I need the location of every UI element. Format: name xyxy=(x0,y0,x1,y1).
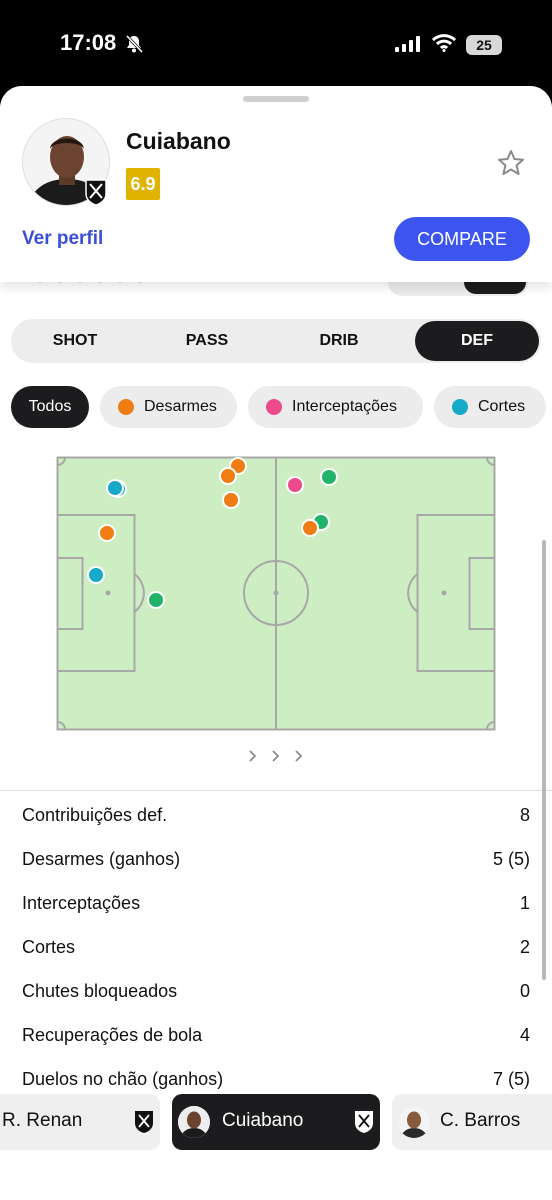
stat-label: Desarmes (ganhos) xyxy=(22,849,181,869)
stat-value: 8 xyxy=(519,805,530,825)
switch-player-r-renan[interactable]: R. Renan xyxy=(0,1094,160,1150)
filter-all[interactable]: Todos xyxy=(11,386,89,428)
stat-row: Contribuições def. 8 xyxy=(22,801,530,831)
chevron-right-icon xyxy=(249,750,257,762)
signal-icon xyxy=(395,36,420,52)
stat-value: 7 (5) xyxy=(492,1069,530,1089)
action-point-interception[interactable] xyxy=(286,476,304,494)
stat-value: 1 xyxy=(519,893,530,913)
club-badge-icon xyxy=(355,1111,373,1133)
compare-button[interactable]: COMPARE xyxy=(394,217,530,261)
chevron-right-icon xyxy=(272,750,280,762)
switch-player-name: R. Renan xyxy=(2,1110,83,1131)
switch-player-c-barros[interactable]: C. Barros xyxy=(392,1094,552,1150)
scrollbar[interactable] xyxy=(542,540,546,980)
status-time: 17:08 xyxy=(60,30,117,55)
switch-player-name: C. Barros xyxy=(440,1110,521,1131)
filter-all-label: Todos xyxy=(28,398,72,415)
filter-tackles[interactable]: Desarmes xyxy=(100,386,237,428)
clearance-dot-icon xyxy=(452,399,468,415)
stat-label: Chutes bloqueados xyxy=(22,981,178,1001)
divider xyxy=(0,790,552,791)
pitch-pager[interactable] xyxy=(240,746,312,766)
chevron-right-icon xyxy=(295,750,303,762)
sheet-grabber[interactable] xyxy=(243,96,309,102)
stat-value: 2 xyxy=(519,937,530,957)
filter-interceptions-label: Interceptações xyxy=(292,398,397,415)
tab-pass[interactable]: PASS xyxy=(145,321,269,361)
action-point-other[interactable] xyxy=(320,468,338,486)
pitch-map xyxy=(56,456,496,731)
filter-interceptions[interactable]: Interceptações xyxy=(248,386,423,428)
avatar xyxy=(178,1106,210,1138)
tackle-dot-icon xyxy=(118,399,134,415)
action-point-tackle[interactable] xyxy=(98,524,116,542)
club-badge-icon xyxy=(85,179,107,206)
stat-label: Duelos no chão (ganhos) xyxy=(22,1069,224,1089)
filter-clearances-label: Cortes xyxy=(478,398,526,415)
player-header: Cuiabano 6.9 Ver perfil COMPARE xyxy=(0,86,552,282)
stat-label: Interceptações xyxy=(22,893,141,913)
action-point-clearance[interactable] xyxy=(87,566,105,584)
club-badge-icon xyxy=(135,1111,153,1133)
action-point-tackle[interactable] xyxy=(222,491,240,509)
rating-badge: 6.9 xyxy=(126,168,160,200)
stat-row: Recuperações de bola 4 xyxy=(22,1021,530,1051)
switch-player-cuiabano[interactable]: Cuiabano xyxy=(172,1094,380,1150)
stat-value: 0 xyxy=(519,981,530,1001)
switch-player-name: Cuiabano xyxy=(222,1110,304,1131)
avatar xyxy=(398,1106,430,1138)
player-switcher: R. Renan Cuiabano C. Barros xyxy=(0,1090,552,1200)
player-name: Cuiabano xyxy=(126,128,231,154)
stat-label: Cortes xyxy=(22,937,76,957)
stat-row: Desarmes (ganhos) 5 (5) xyxy=(22,845,530,875)
action-point-tackle[interactable] xyxy=(301,519,319,537)
stat-value: 5 (5) xyxy=(492,849,530,869)
pitch-svg xyxy=(56,456,496,731)
action-point-other[interactable] xyxy=(147,591,165,609)
stat-tabs: SHOT PASS DRIB DEF xyxy=(11,319,541,363)
bell-slash-icon xyxy=(125,34,144,54)
view-profile-link[interactable]: Ver perfil xyxy=(22,228,103,250)
filter-clearances[interactable]: Cortes xyxy=(434,386,546,428)
status-bar: 17:08 25 xyxy=(0,0,552,88)
stat-label: Contribuições def. xyxy=(22,805,168,825)
stat-label: Recuperações de bola xyxy=(22,1025,203,1045)
tab-shot[interactable]: SHOT xyxy=(13,321,137,361)
tab-def[interactable]: DEF xyxy=(415,321,539,361)
star-icon[interactable] xyxy=(496,148,526,178)
wifi-icon xyxy=(432,34,456,52)
stat-row: Chutes bloqueados 0 xyxy=(22,977,530,1007)
stat-row: Interceptações 1 xyxy=(22,889,530,919)
action-point-tackle[interactable] xyxy=(219,467,237,485)
battery-indicator: 25 xyxy=(466,35,502,55)
filter-tackles-label: Desarmes xyxy=(144,398,217,415)
player-sheet: Cuiabano 6.9 Ver perfil COMPARE SHOT PAS… xyxy=(0,86,552,1200)
action-point-clearance[interactable] xyxy=(106,479,124,497)
tab-drib[interactable]: DRIB xyxy=(277,321,401,361)
stat-row: Cortes 2 xyxy=(22,933,530,963)
stat-value: 4 xyxy=(519,1025,530,1045)
interception-dot-icon xyxy=(266,399,282,415)
